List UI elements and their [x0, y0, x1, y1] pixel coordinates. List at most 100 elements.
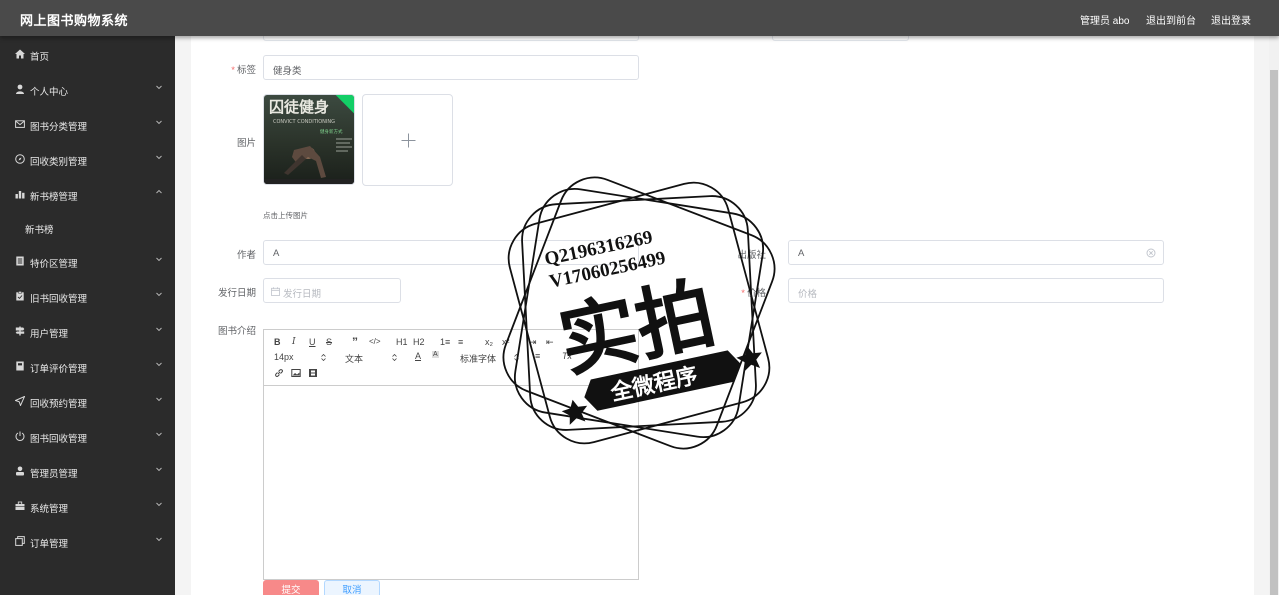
font-family-select[interactable]: 标准字体 — [460, 352, 522, 365]
document-icon — [15, 256, 25, 266]
select-arrow-icon — [392, 354, 397, 361]
calendar-icon — [271, 287, 280, 296]
sidebar-item-used-book-recycle[interactable]: 旧书回收管理 — [0, 281, 175, 311]
page-scrollbar[interactable] — [1269, 36, 1279, 595]
power-icon — [15, 431, 25, 441]
previous-field-input[interactable] — [263, 36, 639, 41]
sidebar-subitem-new-books-list[interactable]: 新书榜 — [0, 214, 175, 240]
editor-content-area[interactable] — [264, 387, 638, 579]
underline-button[interactable]: U — [309, 337, 316, 347]
video-icon[interactable] — [308, 368, 318, 378]
font-size-select[interactable]: 14px — [274, 352, 329, 362]
chevron-down-icon — [155, 395, 163, 403]
sidebar-item-order-review[interactable]: 订单评价管理 — [0, 351, 175, 381]
text-type-select[interactable]: 文本 — [345, 352, 400, 365]
image-icon[interactable] — [291, 368, 301, 378]
font-color-button[interactable]: A — [415, 351, 421, 361]
mail-icon — [15, 119, 25, 129]
subscript-button[interactable]: x₂ — [485, 337, 493, 347]
text-type-value: 文本 — [345, 354, 364, 364]
sidebar-item-label: 特价区管理 — [30, 259, 78, 270]
required-mark: * — [741, 288, 745, 299]
cover-subtitle: 健身新方式 — [320, 128, 343, 135]
top-header: 网上图书购物系统 管理员 abo 退出到前台 退出登录 — [0, 0, 1279, 36]
sidebar-item-order-management[interactable]: 订单管理 — [0, 526, 175, 556]
header1-button[interactable]: H1 — [396, 337, 408, 347]
publisher-input[interactable]: A — [788, 240, 1164, 265]
sidebar-item-label: 旧书回收管理 — [30, 294, 88, 305]
cancel-button[interactable]: 取消 — [324, 580, 380, 595]
sidebar: 首页 个人中心 图书分类管理 回收类别管理 新书榜管理 新书榜 特价区管理 旧书… — [0, 36, 175, 595]
exit-to-front-link[interactable]: 退出到前台 — [1146, 12, 1196, 27]
book-cover-image[interactable]: 囚徒健身 CONVICT CONDITIONING 健身新方式 — [263, 94, 355, 185]
price-input[interactable]: 价格 — [788, 278, 1164, 303]
sidebar-item-label: 图书分类管理 — [30, 122, 88, 133]
sidebar-item-label: 订单评价管理 — [30, 364, 88, 375]
publisher-label: 出版社 — [737, 250, 766, 261]
price-placeholder: 价格 — [798, 289, 818, 300]
font-size-value: 14px — [274, 352, 294, 362]
cover-subtitle-en: CONVICT CONDITIONING — [273, 119, 335, 125]
align-button[interactable]: ≡ — [535, 351, 540, 361]
sidebar-item-book-category[interactable]: 图书分类管理 — [0, 109, 175, 139]
chevron-up-icon — [155, 188, 163, 196]
chevron-down-icon — [155, 255, 163, 263]
chevron-down-icon — [155, 290, 163, 298]
code-block-button[interactable]: </> — [369, 337, 381, 346]
tag-input[interactable]: 健身类 — [263, 55, 639, 80]
chevron-down-icon — [155, 535, 163, 543]
clear-icon[interactable] — [1146, 248, 1156, 258]
author-label: 作者 — [236, 250, 256, 261]
sidebar-item-label: 回收类别管理 — [30, 157, 88, 168]
rich-text-editor[interactable]: B I U S ” </> H1 H2 1≡ ≡ x₂ x² ⇥ ⇤ 14px — [263, 329, 639, 580]
price-label-text: 价格 — [746, 288, 766, 299]
sidebar-item-profile[interactable]: 个人中心 — [0, 74, 175, 104]
logout-link[interactable]: 退出登录 — [1211, 12, 1251, 27]
background-color-button[interactable]: A — [432, 351, 439, 358]
select-arrow-icon — [321, 354, 326, 361]
italic-button[interactable]: I — [292, 337, 296, 347]
sidebar-item-label: 回收预约管理 — [30, 399, 88, 410]
superscript-button[interactable]: x² — [502, 337, 510, 347]
bold-button[interactable]: B — [274, 337, 281, 347]
sidebar-item-new-books[interactable]: 新书榜管理 — [0, 179, 175, 209]
clear-format-button[interactable]: Tx — [562, 351, 572, 361]
sidebar-item-book-recycle[interactable]: 图书回收管理 — [0, 421, 175, 451]
ordered-list-button[interactable]: 1≡ — [440, 337, 450, 347]
previous-field-input[interactable] — [772, 36, 909, 41]
sidebar-item-recycle-appointment[interactable]: 回收预约管理 — [0, 386, 175, 416]
sidebar-item-label: 新书榜 — [25, 225, 54, 236]
author-value: A — [273, 248, 280, 259]
sidebar-item-admin-management[interactable]: 管理员管理 — [0, 456, 175, 486]
image-label: 图片 — [236, 138, 256, 149]
notebook-icon — [15, 361, 25, 371]
scrollbar-thumb[interactable] — [1270, 70, 1278, 595]
indent-button[interactable]: ⇥ — [529, 337, 537, 348]
sidebar-item-label: 用户管理 — [30, 329, 69, 340]
bullet-list-button[interactable]: ≡ — [458, 337, 463, 347]
release-date-placeholder: 发行日期 — [283, 289, 322, 300]
chevron-down-icon — [155, 118, 163, 126]
sidebar-item-label: 系统管理 — [30, 504, 69, 515]
link-icon[interactable] — [274, 368, 284, 378]
header2-button[interactable]: H2 — [413, 337, 425, 347]
sidebar-item-label: 新书榜管理 — [30, 192, 78, 203]
outdent-button[interactable]: ⇤ — [546, 337, 554, 348]
sidebar-item-system-management[interactable]: 系统管理 — [0, 491, 175, 521]
chevron-down-icon — [155, 465, 163, 473]
author-input[interactable]: A — [263, 240, 639, 265]
sidebar-item-recycle-category[interactable]: 回收类别管理 — [0, 144, 175, 174]
release-date-picker[interactable]: 发行日期 — [263, 278, 401, 303]
sidebar-item-special-price[interactable]: 特价区管理 — [0, 246, 175, 276]
sidebar-item-home[interactable]: 首页 — [0, 39, 175, 69]
editor-toolbar: B I U S ” </> H1 H2 1≡ ≡ x₂ x² ⇥ ⇤ 14px — [264, 330, 638, 386]
sidebar-item-user-management[interactable]: 用户管理 — [0, 316, 175, 346]
form-card: * 标签 健身类 图片 囚徒健身 CONVICT CONDITIONING 健身新… — [191, 36, 1254, 595]
submit-button[interactable]: 提交 — [263, 580, 319, 595]
image-upload-button[interactable] — [362, 94, 453, 186]
sidebar-item-label: 个人中心 — [30, 87, 69, 98]
strike-button[interactable]: S — [326, 337, 332, 347]
blockquote-button[interactable]: ” — [352, 335, 358, 349]
tag-label: * 标签 — [211, 62, 256, 76]
home-icon — [15, 49, 25, 59]
